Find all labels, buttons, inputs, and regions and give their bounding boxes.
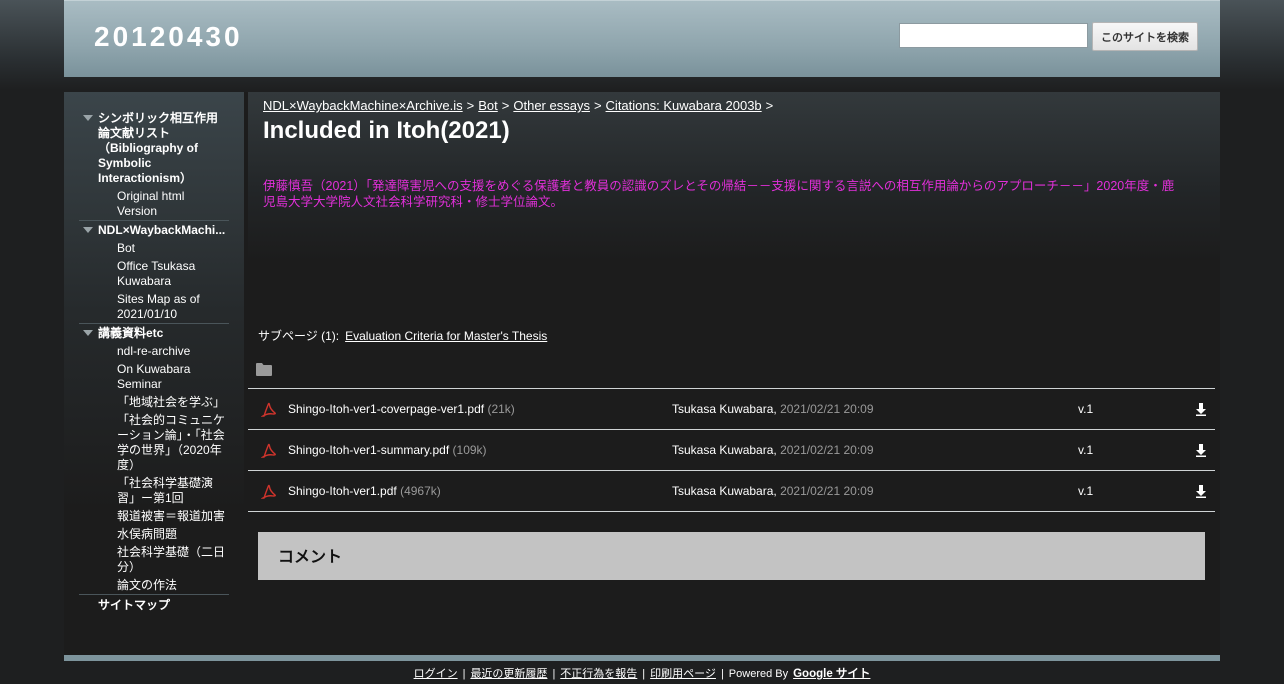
google-sites-link[interactable]: Google サイト (793, 668, 870, 680)
attachment-author: Tsukasa Kuwabara, 2021/02/21 20:09 (672, 402, 874, 416)
page-title: Included in Itoh(2021) (263, 117, 510, 144)
main-content: NDL×WaybackMachine×Archive.is > Bot > Other … (248, 92, 1220, 655)
attachments-table: Shingo-Itoh-ver1-coverpage-ver1.pdf (21k… (248, 388, 1215, 512)
download-icon[interactable] (1195, 444, 1207, 457)
sidebar-item-sitesmap[interactable]: Sites Map as of 2021/01/10 (79, 292, 229, 322)
table-row: Shingo-Itoh-ver1-summary.pdf (109k) Tsuk… (248, 430, 1215, 471)
site-header: 20120430 このサイトを検索 (64, 0, 1220, 77)
sidebar-item-ndl[interactable]: NDL×WaybackMachi... (79, 223, 229, 238)
footer-bar (64, 655, 1220, 661)
sidebar-item-seminar[interactable]: On Kuwabara Seminar (79, 362, 229, 392)
subpage-link[interactable]: Evaluation Criteria for Master's Thesis (345, 329, 547, 343)
sidebar-item-media-harm[interactable]: 報道被害＝報道加害 (79, 509, 229, 524)
download-icon[interactable] (1195, 403, 1207, 416)
attachment-version: v.1 (1078, 402, 1094, 416)
sidebar-item-lectures[interactable]: 講義資料etc (79, 326, 229, 341)
powered-by: Powered By (728, 668, 789, 680)
recent-changes-link[interactable]: 最近の更新履歴 (470, 668, 547, 680)
breadcrumb-other-essays[interactable]: Other essays (513, 98, 590, 113)
download-icon[interactable] (1195, 485, 1207, 498)
comments-section: コメント (258, 532, 1205, 580)
attachment-name[interactable]: Shingo-Itoh-ver1-coverpage-ver1.pdf (21k… (288, 402, 515, 416)
breadcrumb: NDL×WaybackMachine×Archive.is > Bot > Other … (263, 98, 774, 113)
page-body-text: 伊藤慎吾（2021）「発達障害児への支援をめぐる保護者と教員の認識のズレとその帰… (263, 179, 1175, 209)
sidebar-item-bot[interactable]: Bot (79, 241, 229, 256)
search-button[interactable]: このサイトを検索 (1092, 22, 1198, 51)
site-title[interactable]: 20120430 (94, 21, 243, 53)
subpages-label: サブページ (1): (258, 329, 340, 343)
sidebar: シンボリック相互作用論文献リスト（Bibliography of Symboli… (64, 92, 244, 655)
sidebar-group-bibliography: シンボリック相互作用論文献リスト（Bibliography of Symboli… (79, 111, 229, 219)
print-page-link[interactable]: 印刷用ページ (650, 668, 716, 680)
attachment-author: Tsukasa Kuwabara, 2021/02/21 20:09 (672, 484, 874, 498)
sidebar-item-original-html[interactable]: Original html Version (79, 189, 229, 219)
attachment-author: Tsukasa Kuwabara, 2021/02/21 20:09 (672, 443, 874, 457)
breadcrumb-bot[interactable]: Bot (478, 98, 498, 113)
sidebar-item-basic-seminar[interactable]: 「社会科学基礎演習」ー第1回 (79, 476, 229, 506)
pdf-icon (261, 484, 276, 499)
attachment-version: v.1 (1078, 484, 1094, 498)
login-link[interactable]: ログイン (414, 668, 458, 680)
sidebar-item-thesis-manner[interactable]: 論文の作法 (79, 578, 229, 593)
report-abuse-link[interactable]: 不正行為を報告 (560, 668, 637, 680)
sidebar-group-ndl: NDL×WaybackMachi... Bot Office Tsukasa K… (79, 220, 229, 322)
table-row: Shingo-Itoh-ver1-coverpage-ver1.pdf (21k… (248, 389, 1215, 430)
page-wrapper: シンボリック相互作用論文献リスト（Bibliography of Symboli… (64, 92, 1220, 655)
sidebar-item-social-science[interactable]: 社会科学基礎（二日分） (79, 545, 229, 575)
attachment-version: v.1 (1078, 443, 1094, 457)
sidebar-item-ndl-re-archive[interactable]: ndl-re-archive (79, 344, 229, 359)
subpages: サブページ (1): Evaluation Criteria for Master… (258, 327, 547, 344)
attachment-name[interactable]: Shingo-Itoh-ver1-summary.pdf (109k) (288, 443, 487, 457)
table-row: Shingo-Itoh-ver1.pdf (4967k) Tsukasa Kuw… (248, 471, 1215, 512)
folder-icon (256, 363, 272, 376)
sidebar-item-local-society[interactable]: 「地域社会を学ぶ」 (79, 395, 229, 410)
search-input[interactable] (899, 23, 1088, 48)
breadcrumb-citations[interactable]: Citations: Kuwabara 2003b (606, 98, 762, 113)
sidebar-item-sitemap[interactable]: サイトマップ (79, 598, 229, 613)
sidebar-group-sitemap: サイトマップ (79, 594, 229, 613)
breadcrumb-ndl[interactable]: NDL×WaybackMachine×Archive.is (263, 98, 463, 113)
footer: ログイン | 最近の更新履歴 | 不正行為を報告 | 印刷用ページ | Powered By Go… (413, 668, 871, 680)
sidebar-item-social-comm[interactable]: 「社会的コミュニケーション論」・「社会学の世界」（2020年度） (79, 413, 229, 473)
sidebar-item-minamata[interactable]: 水俣病問題 (79, 527, 229, 542)
pdf-icon (261, 402, 276, 417)
sidebar-group-lectures: 講義資料etc ndl-re-archive On Kuwabara Semin… (79, 323, 229, 593)
sidebar-item-office[interactable]: Office Tsukasa Kuwabara (79, 259, 229, 289)
sidebar-item-bibliography[interactable]: シンボリック相互作用論文献リスト（Bibliography of Symboli… (79, 111, 229, 186)
pdf-icon (261, 443, 276, 458)
comments-heading: コメント (278, 549, 343, 566)
attachment-name[interactable]: Shingo-Itoh-ver1.pdf (4967k) (288, 484, 441, 498)
